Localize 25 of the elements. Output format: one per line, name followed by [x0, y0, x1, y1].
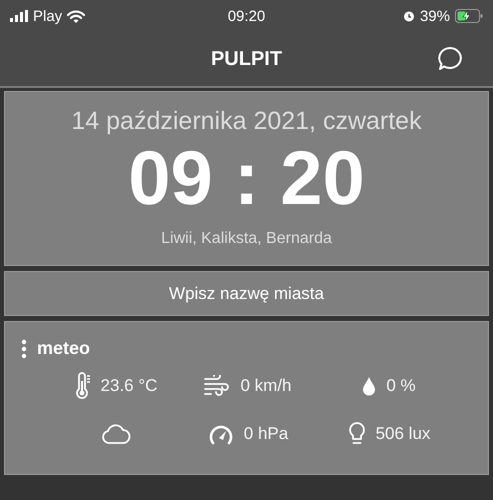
battery-percent: 39% — [420, 8, 450, 24]
measurement-value: 506 lux — [376, 424, 430, 444]
speech-bubble-icon[interactable] — [437, 46, 463, 72]
status-time: 09:20 — [228, 8, 266, 24]
gauge-icon — [208, 423, 234, 445]
thermometer-icon — [74, 372, 91, 400]
measurement-value: 0 km/h — [240, 376, 292, 396]
wind-icon — [204, 375, 230, 397]
cloud-icon — [101, 423, 131, 445]
date-text: 14 października 2021, czwartek — [71, 107, 422, 136]
city-input[interactable]: Wpisz nazwę miasta — [4, 271, 489, 316]
signal-icon — [10, 10, 28, 22]
more-icon — [21, 338, 27, 358]
alarm-clock-icon — [402, 10, 415, 22]
wifi-icon — [67, 10, 86, 22]
widget-title: meteo — [37, 338, 90, 359]
measurement-value: 0 hPa — [244, 424, 288, 444]
drop-icon — [362, 376, 376, 396]
measurement-value: 23.6 °C — [100, 376, 158, 396]
clock-time: 09 : 20 — [128, 138, 365, 220]
measurement-value: 0 % — [386, 376, 416, 396]
page-title: PULPIT — [210, 48, 282, 70]
carrier-name: Play — [33, 8, 62, 24]
light-bulb-icon — [348, 421, 366, 447]
name-days-text: Liwii, Kaliksta, Bernarda — [161, 230, 332, 248]
